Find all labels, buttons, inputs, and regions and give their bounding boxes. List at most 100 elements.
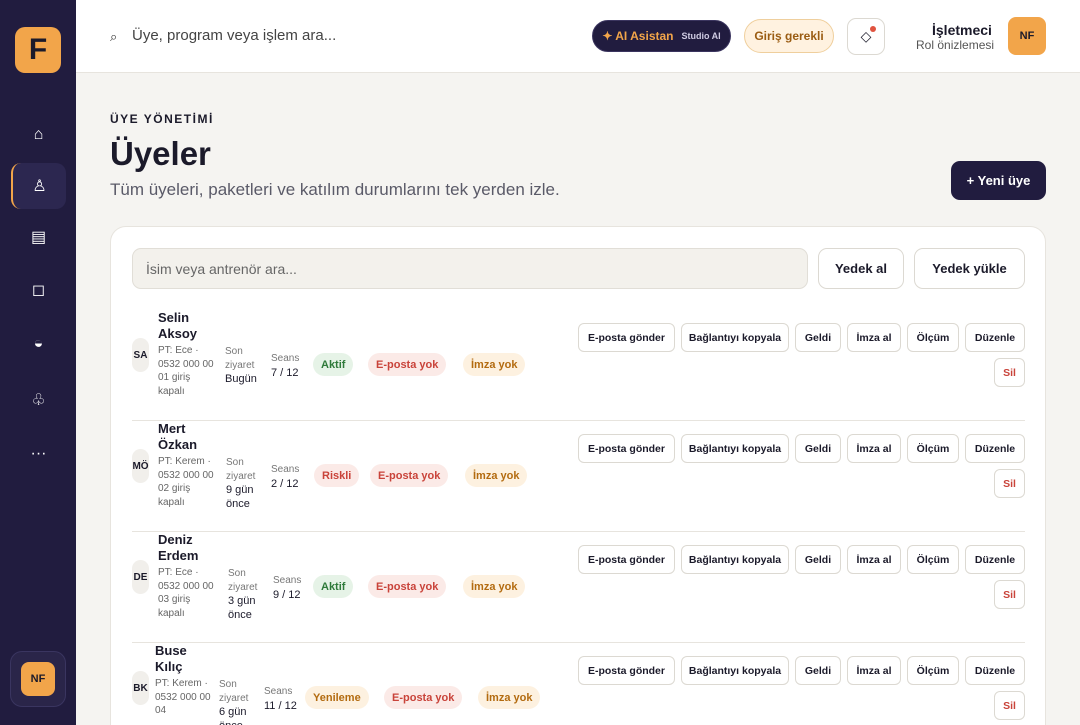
copy-link-button[interactable]: Bağlantıyı kopyala xyxy=(681,545,789,574)
send-email-button[interactable]: E-posta gönder xyxy=(578,545,675,574)
members-card: İsim veya antrenör ara... Yedek al Yedek… xyxy=(110,226,1046,725)
member-meta: PT: Ece · 0532 000 00 01 giriş kapalı xyxy=(158,345,214,397)
avatar: SA xyxy=(132,338,149,372)
avatar: DE xyxy=(132,560,149,594)
sessions-value: 2 / 12 xyxy=(271,478,299,490)
last-visit-label: Son ziyaret xyxy=(228,568,258,593)
member-name[interactable]: Deniz Erdem xyxy=(158,532,210,564)
new-member-button[interactable]: + Yeni üye xyxy=(951,161,1046,200)
avatar: NF xyxy=(21,662,55,696)
edit-button[interactable]: Düzenle xyxy=(965,434,1025,463)
send-email-button[interactable]: E-posta gönder xyxy=(578,434,675,463)
signature-badge: İmza yok xyxy=(463,575,526,598)
sessions-value: 9 / 12 xyxy=(273,589,301,601)
status-badge: Yenileme xyxy=(305,686,369,709)
home-icon: ⌂ xyxy=(33,126,44,143)
delete-button[interactable]: Sil xyxy=(994,358,1025,387)
copy-link-button[interactable]: Bağlantıyı kopyala xyxy=(681,656,789,685)
topbar: ⌕ Üye, program veya işlem ara... ✦ AI As… xyxy=(76,0,1080,73)
delete-button[interactable]: Sil xyxy=(994,691,1025,720)
edit-button[interactable]: Düzenle xyxy=(965,545,1025,574)
last-visit-value: Bugün xyxy=(225,373,257,385)
status-badge: Aktif xyxy=(313,575,354,598)
copy-link-button[interactable]: Bağlantıyı kopyala xyxy=(681,323,789,352)
page-description: Tüm üyeleri, paketleri ve katılım duruml… xyxy=(110,180,560,199)
notification-dot xyxy=(870,26,876,32)
sidebar-profile[interactable]: NF xyxy=(10,651,66,707)
send-email-button[interactable]: E-posta gönder xyxy=(578,656,675,685)
search-icon: ⌕ xyxy=(110,29,118,44)
avatar: BK xyxy=(132,671,149,705)
table-row: SA Selin Aksoy PT: Ece · 0532 000 00 01 … xyxy=(132,310,1025,421)
ai-assistant-button[interactable]: ✦ AI Asistan Studio AI xyxy=(592,20,731,52)
login-required-button[interactable]: Giriş gerekli xyxy=(744,19,834,53)
backup-button[interactable]: Yedek al xyxy=(818,248,904,289)
came-button[interactable]: Geldi xyxy=(795,323,841,352)
signature-button[interactable]: İmza al xyxy=(847,656,901,685)
status-badge: Aktif xyxy=(313,353,354,376)
ai-assistant-sub: Studio AI xyxy=(681,31,721,41)
last-visit-value: 9 gün önce xyxy=(226,484,254,510)
came-button[interactable]: Geldi xyxy=(795,434,841,463)
signature-badge: İmza yok xyxy=(478,686,541,709)
user-icon: ♙ xyxy=(32,178,47,195)
last-visit-label: Son ziyaret xyxy=(225,346,255,371)
sessions-label: Seans xyxy=(264,686,293,697)
measurement-button[interactable]: Ölçüm xyxy=(907,434,959,463)
last-visit-value: 3 gün önce xyxy=(228,595,256,621)
came-button[interactable]: Geldi xyxy=(795,545,841,574)
nav-half-circle[interactable]: ◒ xyxy=(11,321,66,367)
nav-more[interactable]: ··· xyxy=(11,431,66,477)
half-circle-icon: ◒ xyxy=(33,335,44,352)
delete-button[interactable]: Sil xyxy=(994,580,1025,609)
nav-list[interactable]: ▤ xyxy=(11,214,66,260)
member-name[interactable]: Buse Kılıç xyxy=(155,643,207,675)
status-badge: Riskli xyxy=(314,464,360,487)
nav-members[interactable]: ♙ xyxy=(11,163,66,209)
email-badge: E-posta yok xyxy=(384,686,463,709)
restore-button[interactable]: Yedek yükle xyxy=(914,248,1025,289)
square-icon: ◻ xyxy=(31,282,46,299)
role-subtitle: Rol önizlemesi xyxy=(916,38,995,52)
member-meta: PT: Kerem · 0532 000 00 04 xyxy=(155,678,211,716)
email-badge: E-posta yok xyxy=(370,464,449,487)
signature-button[interactable]: İmza al xyxy=(847,323,901,352)
notifications-button[interactable]: ◇ xyxy=(847,18,885,55)
role-title: İşletmeci xyxy=(932,22,992,38)
logo-letter: F xyxy=(28,33,48,66)
table-row: BK Buse Kılıç PT: Kerem · 0532 000 00 04… xyxy=(132,643,1025,725)
brand-logo[interactable]: F xyxy=(15,27,61,73)
member-name[interactable]: Selin Aksoy xyxy=(158,310,210,342)
global-search-input[interactable]: Üye, program veya işlem ara... xyxy=(132,27,336,44)
email-badge: E-posta yok xyxy=(368,353,447,376)
nav-home[interactable]: ⌂ xyxy=(11,112,66,158)
delete-button[interactable]: Sil xyxy=(994,469,1025,498)
table-row: MÖ Mert Özkan PT: Kerem · 0532 000 00 02… xyxy=(132,421,1025,532)
avatar: MÖ xyxy=(132,449,149,483)
club-icon: ♧ xyxy=(31,392,46,409)
edit-button[interactable]: Düzenle xyxy=(965,323,1025,352)
signature-button[interactable]: İmza al xyxy=(847,545,901,574)
avatar[interactable]: NF xyxy=(1008,17,1046,55)
measurement-button[interactable]: Ölçüm xyxy=(907,656,959,685)
member-meta: PT: Kerem · 0532 000 00 02 giriş kapalı xyxy=(158,456,214,508)
table-row: DE Deniz Erdem PT: Ece · 0532 000 00 03 … xyxy=(132,532,1025,643)
edit-button[interactable]: Düzenle xyxy=(965,656,1025,685)
came-button[interactable]: Geldi xyxy=(795,656,841,685)
sessions-label: Seans xyxy=(271,353,300,364)
measurement-button[interactable]: Ölçüm xyxy=(907,323,959,352)
member-name[interactable]: Mert Özkan xyxy=(158,421,210,453)
page-title: Üyeler xyxy=(110,135,211,172)
member-search-input[interactable]: İsim veya antrenör ara... xyxy=(132,248,808,289)
last-visit-value: 6 gün önce xyxy=(219,706,247,725)
signature-button[interactable]: İmza al xyxy=(847,434,901,463)
nav-square[interactable]: ◻ xyxy=(11,267,66,313)
measurement-button[interactable]: Ölçüm xyxy=(907,545,959,574)
send-email-button[interactable]: E-posta gönder xyxy=(578,323,675,352)
member-meta: PT: Ece · 0532 000 00 03 giriş kapalı xyxy=(158,567,214,619)
page-eyebrow: ÜYE YÖNETİMİ xyxy=(110,112,214,126)
copy-link-button[interactable]: Bağlantıyı kopyala xyxy=(681,434,789,463)
list-icon: ▤ xyxy=(30,229,47,246)
nav-club[interactable]: ♧ xyxy=(11,377,66,423)
last-visit-label: Son ziyaret xyxy=(226,457,256,482)
